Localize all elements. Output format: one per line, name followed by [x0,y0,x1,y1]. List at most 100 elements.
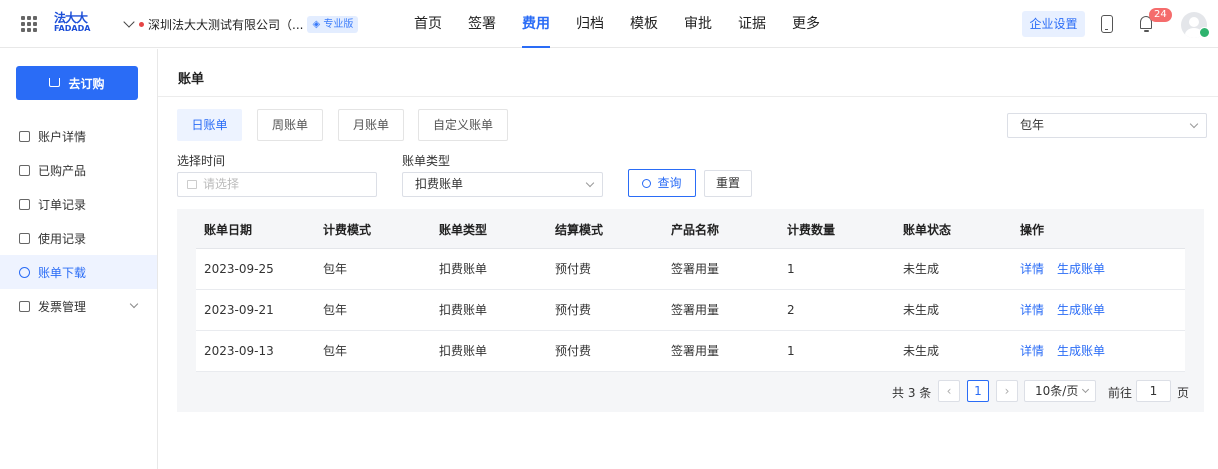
invoice-icon [19,300,30,312]
calendar-icon [187,180,197,189]
sidebar-item-bill-download[interactable]: 账单下载 [0,255,157,289]
sidebar-item-label: 订单记录 [38,197,87,212]
sidebar-item-usage[interactable]: 使用记录 [0,221,157,255]
chevron-down-icon [123,16,135,28]
table-cell: 扣费账单 [439,262,488,276]
table-cell: 2023-09-13 [204,344,274,358]
tab-custom[interactable]: 自定义账单 [418,109,508,141]
page-size-select[interactable]: 10条/页 [1024,380,1096,402]
table-cell: 包年 [323,344,348,358]
column-header: 账单日期 [204,223,253,237]
main-nav: 首页 签署 费用 归档 模板 审批 证据 更多 [403,0,835,48]
nav-templates[interactable]: 模板 [619,0,669,48]
clipboard-icon [19,232,30,244]
nav-approval[interactable]: 审批 [673,0,723,48]
actions-cell: 详情 生成账单 [1012,290,1105,330]
tab-monthly[interactable]: 月账单 [338,109,404,141]
nav-more[interactable]: 更多 [781,0,831,48]
bill-type-select[interactable]: 扣费账单 [402,172,603,197]
company-switcher[interactable]: 深圳法大大测试有限公司（... ◈ 专业版 [122,15,359,33]
user-icon [19,130,30,142]
nav-sign[interactable]: 签署 [457,0,507,48]
sidebar-item-label: 账单下载 [38,265,87,280]
chevron-down-icon [585,178,595,188]
status-dot [139,21,144,27]
nav-archive[interactable]: 归档 [565,0,615,48]
table-cell: 1 [787,344,795,358]
table-cell: 包年 [323,262,348,276]
page-number-button[interactable]: 1 [967,380,989,402]
table-cell: 扣费账单 [439,303,488,317]
actions-cell: 详情 生成账单 [1012,249,1105,289]
sidebar-item-products[interactable]: 已购产品 [0,153,157,187]
next-page-button[interactable]: › [996,380,1018,402]
generate-bill-link[interactable]: 生成账单 [1057,262,1105,276]
details-link[interactable]: 详情 [1020,303,1044,317]
edition-label: 专业版 [323,18,354,30]
table-cell: 未生成 [903,344,940,358]
goto-page-input[interactable]: 1 [1136,380,1171,402]
table-cell: 预付费 [555,344,592,358]
details-link[interactable]: 详情 [1020,262,1044,276]
sidebar-item-invoices[interactable]: 发票管理 [0,289,157,323]
nav-fees[interactable]: 费用 [511,0,561,48]
nav-evidence[interactable]: 证据 [727,0,777,48]
goto-label: 前往 [1108,386,1133,400]
sidebar-item-label: 已购产品 [38,163,87,178]
generate-bill-link[interactable]: 生成账单 [1057,344,1105,358]
diamond-icon: ◈ [312,18,324,30]
details-link[interactable]: 详情 [1020,344,1044,358]
order-button-label: 去订购 [68,76,105,91]
table-cell: 2023-09-21 [204,303,274,317]
chevron-down-icon [1081,385,1090,394]
sidebar-item-label: 使用记录 [38,231,87,246]
sidebar-item-orders[interactable]: 订单记录 [0,187,157,221]
verified-icon [1199,27,1210,38]
sidebar-menu: 账户详情 已购产品 订单记录 使用记录 账单下载 发票管理 [0,119,157,323]
table-cell: 扣费账单 [439,344,488,358]
total-count: 共 3 条 [892,386,932,400]
mobile-icon[interactable] [1101,15,1113,33]
table-cell: 签署用量 [671,262,720,276]
table-header: 账单日期 计费模式 账单类型 结算模式 产品名称 计费数量 账单状态 操作 [196,211,1185,249]
sidebar-item-account[interactable]: 账户详情 [0,119,157,153]
column-header: 操作 [1020,223,1045,237]
bill-table-panel: 账单日期 计费模式 账单类型 结算模式 产品名称 计费数量 账单状态 操作 20… [177,209,1204,412]
edition-badge: ◈ 专业版 [307,15,359,33]
plan-select-value: 包年 [1020,118,1045,132]
tab-daily[interactable]: 日账单 [177,109,242,141]
apps-grid-icon[interactable] [21,16,37,32]
bar-chart-icon [19,164,30,176]
notification-count-badge: 24 [1149,8,1172,22]
bill-type-label: 账单类型 [402,154,451,168]
logo[interactable]: 法大大 FADADA [54,12,94,36]
nav-home[interactable]: 首页 [403,0,453,48]
reset-button[interactable]: 重置 [704,170,752,197]
plan-select[interactable]: 包年 [1007,113,1207,138]
chevron-down-icon [129,299,139,309]
sidebar-item-label: 发票管理 [38,299,87,314]
coin-icon [19,266,30,278]
table-cell: 包年 [323,303,348,317]
table-cell: 签署用量 [671,344,720,358]
table-row: 2023-09-13 包年 扣费账单 预付费 签署用量 1 未生成 详情 生成账单 [196,331,1185,372]
table-cell: 未生成 [903,303,940,317]
query-label: 查询 [657,176,682,190]
page-title: 账单 [178,72,205,87]
query-button[interactable]: 查询 [628,169,696,197]
logo-subtext: FADADA [54,24,91,33]
tab-weekly[interactable]: 周账单 [257,109,323,141]
company-name: 深圳法大大测试有限公司（... [148,17,304,32]
column-header: 计费模式 [323,223,372,237]
sidebar-item-label: 账户详情 [38,129,87,144]
generate-bill-link[interactable]: 生成账单 [1057,303,1105,317]
enterprise-settings-button[interactable]: 企业设置 [1022,11,1085,37]
date-picker-input[interactable]: 请选择 [177,172,377,197]
table-cell: 预付费 [555,262,592,276]
prev-page-button[interactable]: ‹ [938,380,960,402]
order-button[interactable]: 去订购 [16,66,138,100]
pagination: 共 3 条 ‹ 1 › 10条/页 前往 1 页 [177,380,1204,404]
actions-cell: 详情 生成账单 [1012,331,1105,371]
divider [158,96,1218,97]
cart-icon [49,77,61,87]
